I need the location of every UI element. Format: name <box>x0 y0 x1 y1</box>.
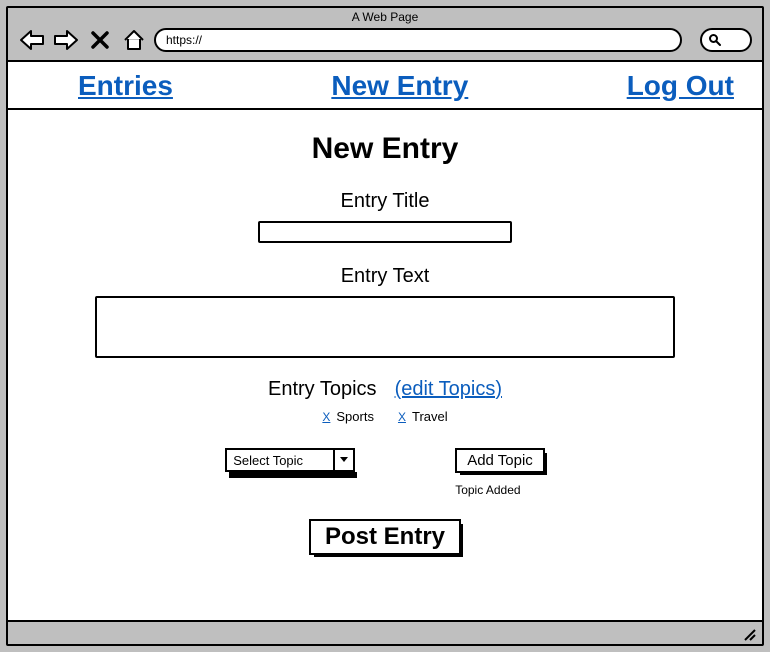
page-title: New Entry <box>312 132 459 166</box>
add-topic-button[interactable]: Add Topic <box>455 448 545 473</box>
resize-grip-icon <box>742 627 756 641</box>
url-input[interactable]: https:// <box>154 28 682 52</box>
nav-log-out[interactable]: Log Out <box>627 70 734 102</box>
entry-title-input[interactable] <box>258 221 512 243</box>
browser-window: A Web Page https:// Entries New Entry Lo… <box>6 6 764 646</box>
remove-topic-icon[interactable]: X <box>398 410 406 424</box>
select-topic-dropdown[interactable]: Select Topic <box>225 448 355 472</box>
window-title: A Web Page <box>8 8 762 28</box>
entry-text-label: Entry Text <box>341 265 430 288</box>
topic-chips: X Sports X Travel <box>322 409 447 424</box>
nav-new-entry[interactable]: New Entry <box>331 70 468 102</box>
home-icon[interactable] <box>120 28 148 52</box>
url-text: https:// <box>166 33 202 47</box>
post-entry-button[interactable]: Post Entry <box>309 519 461 555</box>
back-icon[interactable] <box>18 28 46 52</box>
topic-added-status: Topic Added <box>455 483 520 497</box>
search-box[interactable] <box>700 28 752 52</box>
stop-icon[interactable] <box>86 28 114 52</box>
search-icon <box>708 33 722 47</box>
topic-chip: X Sports <box>322 409 374 424</box>
select-topic-value: Select Topic <box>233 453 303 468</box>
chevron-down-icon <box>333 450 353 470</box>
entry-topics-label: Entry Topics <box>268 378 377 401</box>
browser-toolbar: https:// <box>8 28 762 60</box>
site-nav: Entries New Entry Log Out <box>8 62 762 110</box>
page-content: Entries New Entry Log Out New Entry Entr… <box>8 60 762 644</box>
nav-entries[interactable]: Entries <box>78 70 173 102</box>
status-bar <box>8 620 762 644</box>
topic-chip-label: Travel <box>412 409 448 424</box>
edit-topics-link[interactable]: (edit Topics) <box>395 378 502 401</box>
topic-chip-label: Sports <box>336 409 374 424</box>
entry-title-label: Entry Title <box>341 190 430 213</box>
entry-text-input[interactable] <box>95 296 675 358</box>
remove-topic-icon[interactable]: X <box>322 410 330 424</box>
main-area: New Entry Entry Title Entry Text Entry T… <box>8 110 762 620</box>
forward-icon[interactable] <box>52 28 80 52</box>
topic-chip: X Travel <box>398 409 448 424</box>
